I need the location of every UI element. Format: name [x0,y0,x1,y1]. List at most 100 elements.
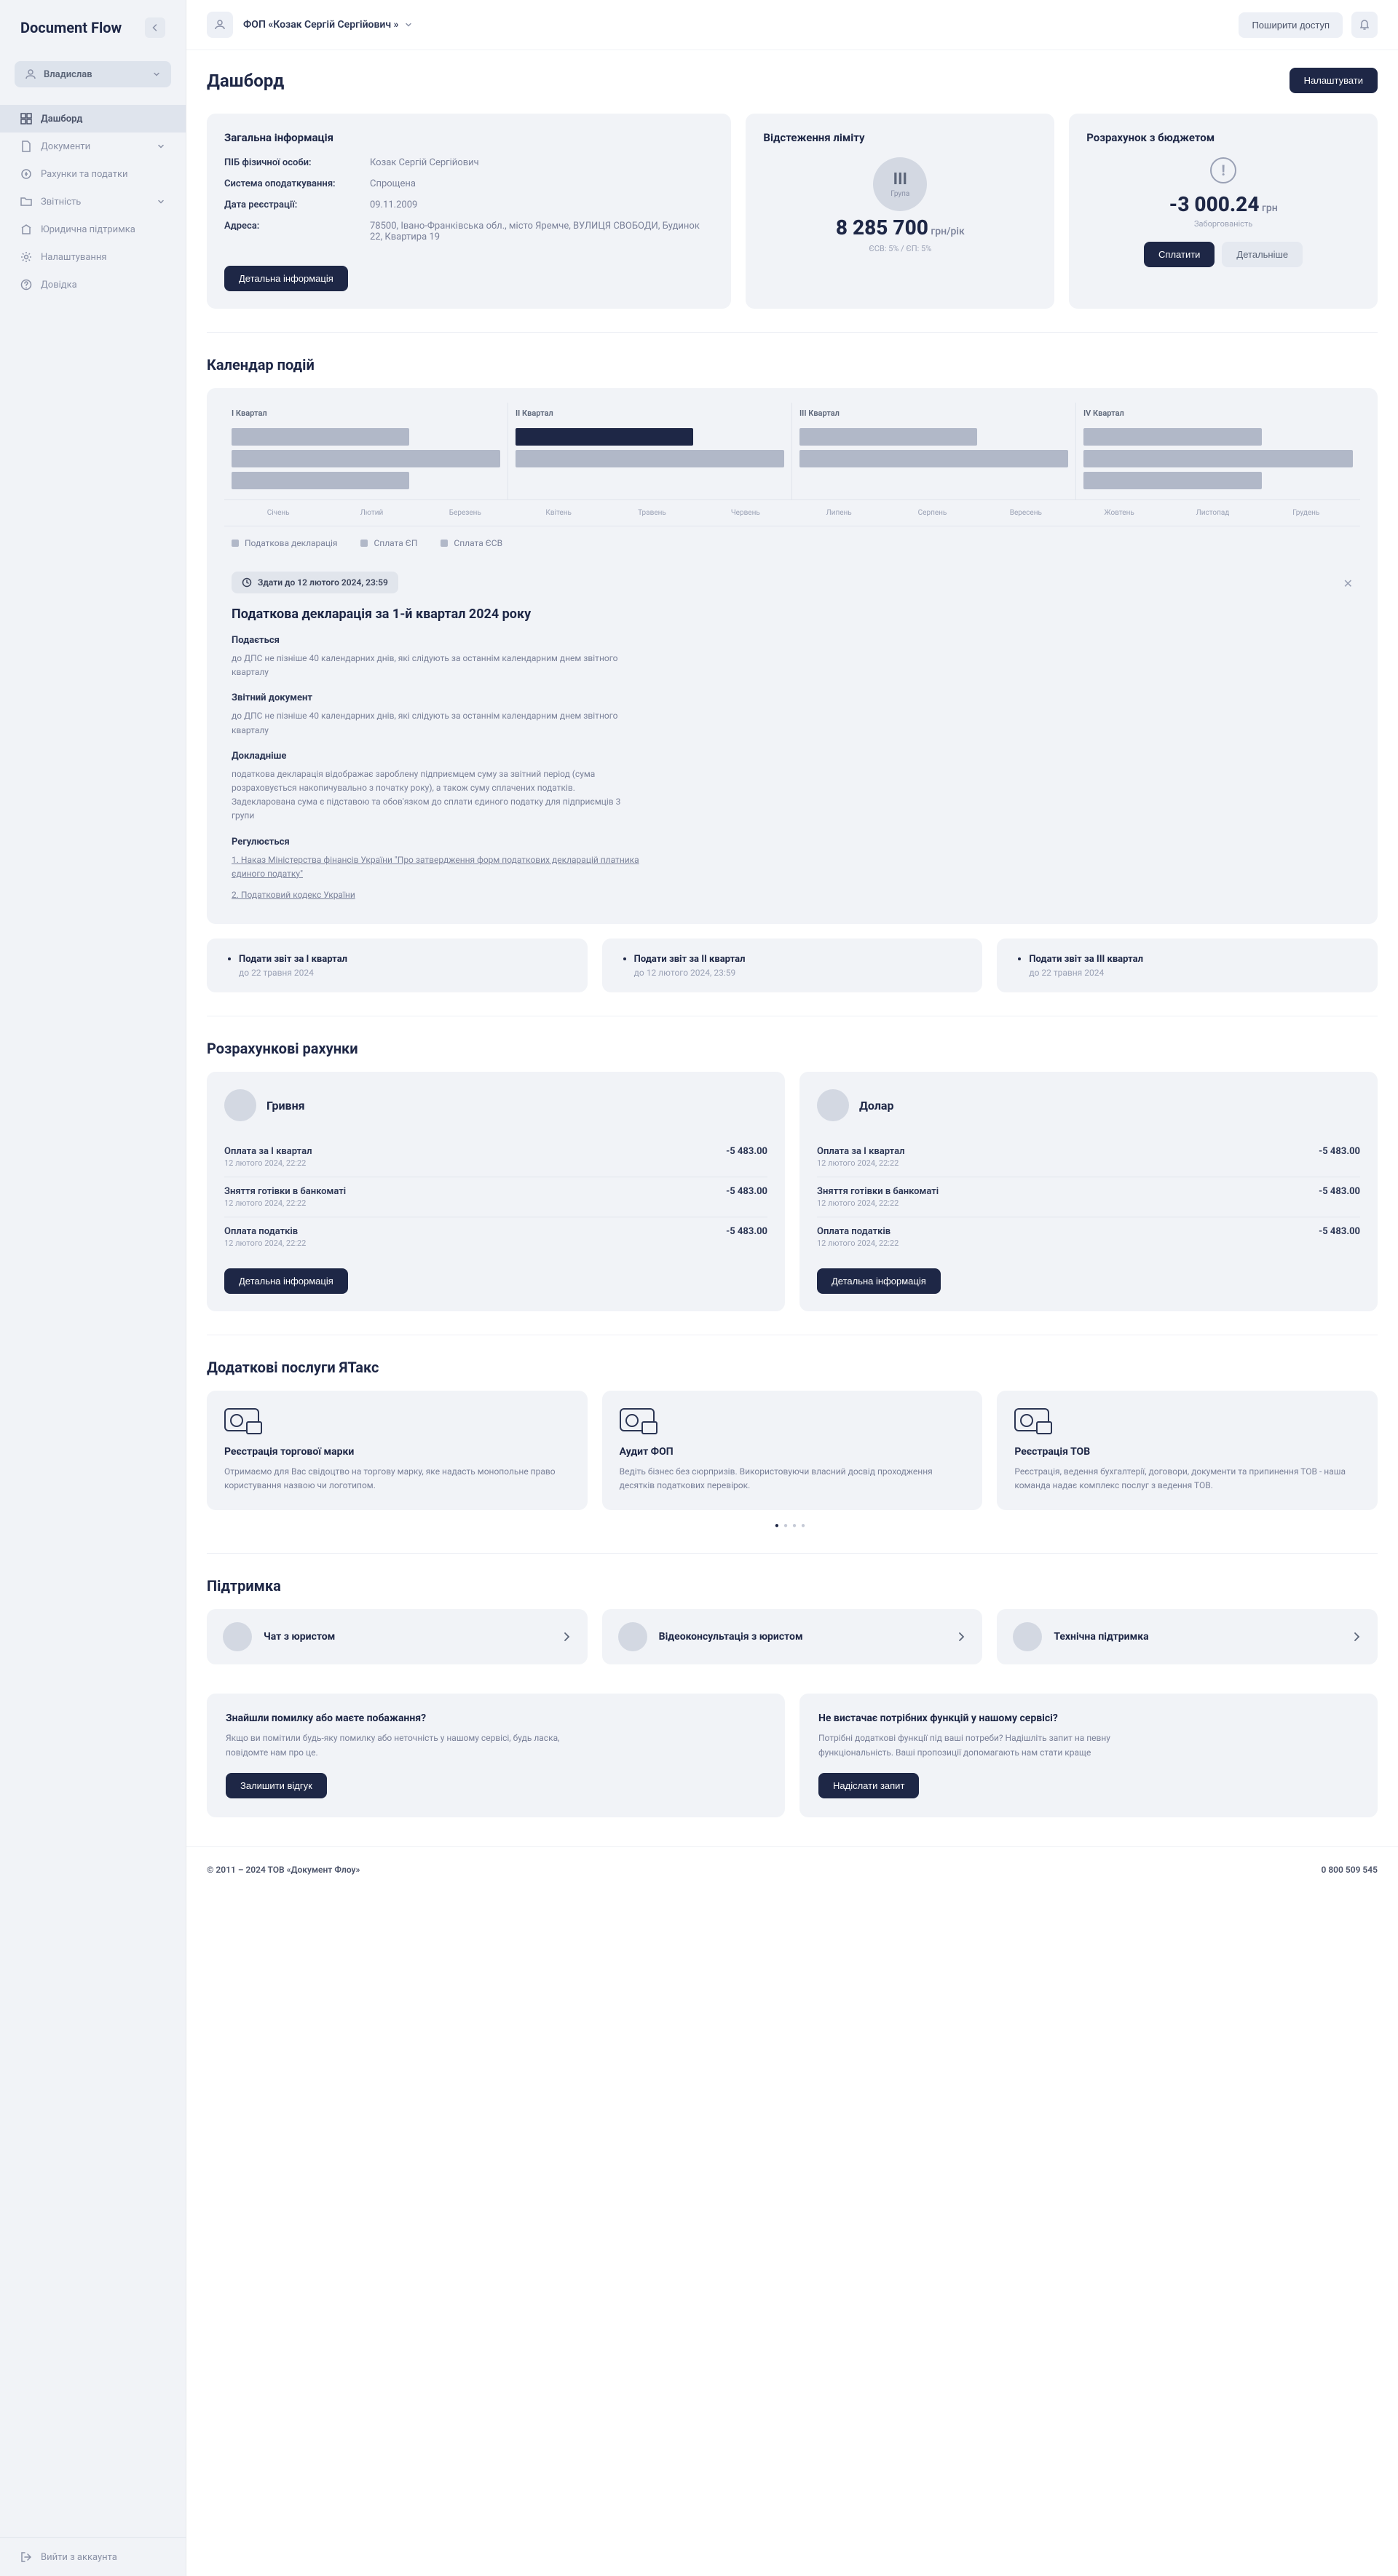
nav-settings[interactable]: Налаштування [0,243,186,271]
legend-item: Податкова декларація [232,538,337,548]
calendar-bar[interactable] [232,472,409,489]
service-icon [620,1408,655,1431]
leave-feedback-button[interactable]: Залишити відгук [226,1773,327,1798]
transaction-row: Оплата податків12 лютого 2024, 22:22-5 4… [817,1217,1360,1257]
tax-group-badge: III Група [873,157,927,211]
report-title: Подати звіт за II квартал [634,954,964,965]
nav-label: Юридична підтримка [41,224,135,235]
transaction-row: Оплата за I квартал12 лютого 2024, 22:22… [817,1137,1360,1177]
chevron-right-icon [561,1632,572,1642]
tx-amount: -5 483.00 [726,1186,767,1197]
avatar [1013,1622,1042,1651]
calendar-bar[interactable] [1083,450,1353,467]
deadline-text: Здати до 12 лютого 2024, 23:59 [258,577,388,588]
tx-date: 12 лютого 2024, 22:22 [817,1158,905,1168]
footer: © 2011 – 2024 ТОВ «Документ Флоу» 0 800 … [186,1846,1398,1892]
nav-label: Документи [41,141,90,152]
support-tech[interactable]: Технічна підтримка [997,1609,1378,1664]
tx-title: Оплата податків [817,1226,899,1237]
legend-dot-icon [360,540,368,547]
nav-reports[interactable]: Звітність [0,188,186,216]
report-title: Подати звіт за I квартал [239,954,569,965]
account-detail-button[interactable]: Детальна інформація [817,1268,941,1294]
pay-button[interactable]: Сплатити [1144,242,1215,267]
send-request-button[interactable]: Надіслати запит [818,1773,919,1798]
user-icon [214,19,226,31]
service-card[interactable]: Реєстрація ТОВ Реєстрація, ведення бухгал… [997,1391,1378,1510]
decl-text: до ДПС не пізніше 40 календарних днів, я… [232,652,639,679]
notifications-button[interactable] [1351,12,1378,38]
feedback-feature-card: Не вистачає потрібних функцій у нашому с… [799,1694,1378,1817]
regulation-link[interactable]: 1. Наказ Міністерства фінансів України "… [232,855,639,879]
report-title: Подати звіт за III квартал [1029,954,1359,965]
service-card[interactable]: Реєстрація торгової маркиОтримаємо для В… [207,1391,588,1510]
month-label: Листопад [1166,509,1259,517]
help-icon [20,279,32,291]
calendar-bar[interactable] [1083,428,1262,446]
quarter-col: I Квартал [224,403,508,499]
calendar-bar[interactable] [1083,472,1262,489]
report-card[interactable]: Подати звіт за II кварталдо 12 лютого 20… [602,939,983,992]
nav-legal[interactable]: Юридична підтримка [0,216,186,243]
tx-date: 12 лютого 2024, 22:22 [224,1198,346,1208]
service-desc: Реєстрація, ведення бухгалтерії, договор… [1014,1465,1360,1493]
calendar-bar[interactable] [799,450,1068,467]
feedback-bug-card: Знайшли помилку або маєте побажання? Якщ… [207,1694,785,1817]
support-video[interactable]: Відеоконсультація з юристом [602,1609,983,1664]
logout-button[interactable]: Вийти з аккаунта [20,2551,165,2563]
company-name: ФОП «Козак Сергій Сергійович » [243,19,398,31]
tx-date: 12 лютого 2024, 22:22 [817,1238,899,1248]
transaction-row: Оплата за I квартал12 лютого 2024, 22:22… [224,1137,767,1177]
customize-button[interactable]: Налаштувати [1290,68,1378,93]
feedback-desc: Якщо ви помітили будь-яку помилку або не… [226,1731,561,1759]
feedback-title: Не вистачає потрібних функцій у нашому с… [818,1712,1359,1724]
service-card[interactable]: Аудит ФОПВедіть бізнес без сюрпризів. Ви… [602,1391,983,1510]
calendar-bar[interactable] [516,450,784,467]
calendar-bar[interactable] [232,428,409,446]
quarter-label: II Квартал [516,408,784,418]
month-label: Травень [605,509,698,517]
account-detail-button[interactable]: Детальна інформація [224,1268,348,1294]
carousel-dots[interactable]: ●●●● [207,1522,1378,1530]
accounts-title: Розрахункові рахунки [207,1040,1378,1057]
info-value: Козак Сергій Сергійович [370,157,714,168]
budget-card: Розрахунок з бюджетом ! -3 000.24 грн За… [1069,114,1378,309]
service-desc: Отримаємо для Вас свідоцтво на торгову м… [224,1465,570,1493]
info-label: Система оподаткування: [224,178,370,189]
transaction-row: Зняття готівки в банкоматі12 лютого 2024… [817,1177,1360,1217]
support-chat[interactable]: Чат з юристом [207,1609,588,1664]
info-label: Адреса: [224,221,370,242]
regulation-link[interactable]: 2. Податковий кодекс України [232,890,355,900]
service-icon [224,1408,259,1431]
transaction-row: Зняття готівки в банкоматі12 лютого 2024… [224,1177,767,1217]
budget-more-button[interactable]: Детальніше [1222,242,1303,267]
nav-help[interactable]: Довідка [0,271,186,299]
nav-invoices[interactable]: Рахунки та податки [0,160,186,188]
report-card[interactable]: Подати звіт за I квартал до 22 травня 202… [207,939,588,992]
company-avatar [207,12,233,38]
service-desc: Ведіть бізнес без сюрпризів. Використову… [620,1465,965,1493]
legend-item: Сплата ЄСВ [441,538,502,548]
calendar-bar[interactable] [799,428,977,446]
nav-documents[interactable]: Документи [0,133,186,160]
calendar-bar[interactable] [232,450,500,467]
report-card[interactable]: Подати звіт за III кварталдо 22 травня 2… [997,939,1378,992]
currency-avatar [224,1089,256,1121]
card-title: Відстеження ліміту [763,131,1037,144]
calendar-bar-active[interactable] [516,428,693,446]
share-access-button[interactable]: Поширити доступ [1239,12,1343,38]
service-title: Реєстрація ТОВ [1014,1446,1360,1458]
quarter-label: IV Квартал [1083,408,1353,418]
collapse-sidebar-button[interactable] [145,17,165,38]
nav-dashboard[interactable]: Дашборд [0,105,186,133]
report-date: до 22 травня 2024 [239,968,569,978]
user-selector[interactable]: Владислав [15,61,171,87]
legend-dot-icon [232,540,239,547]
group-label: Група [890,190,909,198]
close-panel-button[interactable]: ✕ [1336,577,1360,590]
sidebar: Document Flow Владислав Дашборд Документ… [0,0,186,2576]
company-selector[interactable]: ФОП «Козак Сергій Сергійович » [243,19,413,31]
tx-title: Зняття готівки в банкоматі [224,1186,346,1197]
general-detail-button[interactable]: Детальна інформація [224,266,348,291]
month-label: Липень [792,509,885,517]
